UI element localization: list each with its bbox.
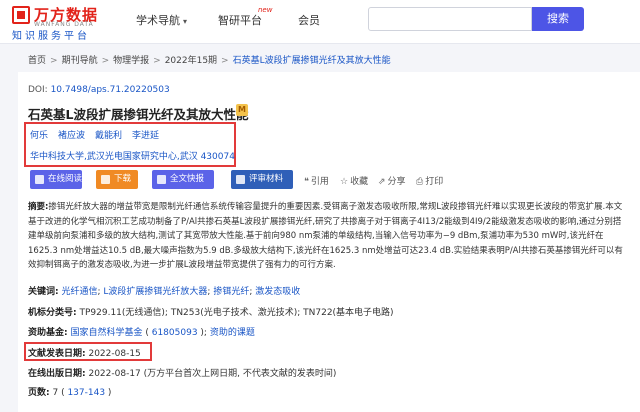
- share-action[interactable]: ⇗ 分享: [378, 174, 406, 187]
- doi-link[interactable]: 10.7498/aps.71.20220503: [51, 85, 170, 95]
- favorite-action[interactable]: ☆ 收藏: [340, 174, 368, 187]
- online-date-row: 在线出版日期: 2022-08-17 (万方平台首次上网日期, 不代表文献的发表…: [28, 369, 337, 379]
- mendeley-icon[interactable]: M: [236, 104, 248, 116]
- read-icon: [35, 175, 44, 184]
- wanfang-logo[interactable]: 万方数据 WANFANG DATA 知识服务平台: [12, 4, 122, 42]
- logo-mark-icon: [12, 6, 30, 24]
- classification-value: TP929.11(无线通信); TN253(光电子技术、激光技术); TN722…: [79, 308, 394, 318]
- nav-member[interactable]: 会员: [298, 12, 320, 28]
- keyword-link[interactable]: L波段扩展掺铒光纤放大器: [103, 287, 207, 297]
- breadcrumb-journals[interactable]: 期刊导航: [62, 56, 98, 66]
- new-badge: new: [258, 6, 273, 14]
- abstract-text: 掺铒光纤放大器的增益带宽是限制光纤通信系统传输容量提升的重要因素.受铒离子激发态…: [28, 202, 623, 270]
- share-icon: ⇗: [378, 177, 386, 187]
- online-date-note: (万方平台首次上网日期, 不代表文献的发表时间): [143, 369, 337, 379]
- breadcrumb-journal[interactable]: 物理学报: [113, 56, 149, 66]
- print-icon: ⎙: [416, 177, 424, 187]
- keywords-row: 关键词: 光纤通信; L波段扩展掺铒光纤放大器; 掺铒光纤; 激发态吸收: [28, 287, 301, 297]
- online-date-value: 2022-08-17: [88, 369, 141, 379]
- cite-action[interactable]: ❝ 引用: [304, 174, 329, 187]
- chevron-down-icon: ▾: [183, 17, 188, 26]
- pages-row: 页数: 7 ( 137-143 ): [28, 388, 112, 398]
- nav-academic[interactable]: 学术导航 ▾: [136, 12, 187, 28]
- download-button[interactable]: 下载: [96, 170, 138, 189]
- funding-row: 资助基金: 国家自然科学基金 ( 61805093 ); 资助的课题: [28, 328, 255, 338]
- fulltext-icon: [157, 175, 166, 184]
- top-navbar: 万方数据 WANFANG DATA 知识服务平台 学术导航 ▾ 智研平台 new …: [0, 0, 640, 44]
- funding-code-link[interactable]: 61805093: [152, 328, 198, 338]
- breadcrumb: 首页 > 期刊导航 > 物理学报 >2022年15期 > 石英基L波段扩展掺铒光纤及其放大性能: [28, 56, 391, 66]
- breadcrumb-home[interactable]: 首页: [28, 56, 46, 66]
- logo-subtitle: 知识服务平台: [12, 31, 90, 42]
- breadcrumb-current: 石英基L波段扩展掺铒光纤及其放大性能: [232, 56, 391, 66]
- pubdate-row: 文献发表日期: 2022-08-15: [28, 349, 141, 359]
- classification-row: 机标分类号: TP929.11(无线通信); TN253(光电子技术、激光技术)…: [28, 308, 394, 318]
- fulltext-button[interactable]: 全文快报: [152, 170, 214, 189]
- article-title: 石英基L波段扩展掺铒光纤及其放大性能: [28, 107, 249, 122]
- funding-link[interactable]: 国家自然科学基金: [70, 328, 142, 338]
- doi-line: DOI: 10.7498/aps.71.20220503: [28, 85, 170, 95]
- search-button[interactable]: 搜索: [532, 7, 584, 31]
- page-range-link[interactable]: 137-143: [67, 388, 105, 398]
- keyword-link[interactable]: 掺铒光纤: [213, 287, 249, 297]
- author-link[interactable]: 李进延: [132, 131, 159, 141]
- document-icon: [236, 175, 245, 184]
- search-input[interactable]: [368, 7, 532, 31]
- nav-smart-research[interactable]: 智研平台: [218, 12, 262, 28]
- keyword-link[interactable]: 光纤通信: [61, 287, 97, 297]
- affiliation-link[interactable]: 华中科技大学,武汉光电国家研究中心,武汉 430074: [30, 149, 235, 162]
- abstract-label: 摘要:: [28, 202, 49, 212]
- author-link[interactable]: 何乐: [30, 131, 48, 141]
- author-link[interactable]: 褚应波: [58, 131, 85, 141]
- quote-icon: ❝: [304, 177, 309, 187]
- funding-project-link[interactable]: 资助的课题: [210, 328, 255, 338]
- review-material-button[interactable]: 评审材料: [231, 170, 293, 189]
- pubdate-value: 2022-08-15: [88, 349, 141, 359]
- download-icon: [101, 175, 110, 184]
- breadcrumb-issue[interactable]: 2022年15期: [165, 56, 217, 66]
- keyword-link[interactable]: 激发态吸收: [255, 287, 300, 297]
- author-list: 何乐 褚应波 戴能利 李进延: [30, 128, 169, 141]
- pages-count: 7: [52, 388, 59, 398]
- read-online-button[interactable]: 在线阅读: [30, 170, 82, 189]
- author-link[interactable]: 戴能利: [95, 131, 122, 141]
- abstract: 摘要:掺铒光纤放大器的增益带宽是限制光纤通信系统传输容量提升的重要因素.受铒离子…: [28, 200, 628, 273]
- print-action[interactable]: ⎙ 打印: [416, 174, 443, 187]
- star-icon: ☆: [340, 177, 349, 187]
